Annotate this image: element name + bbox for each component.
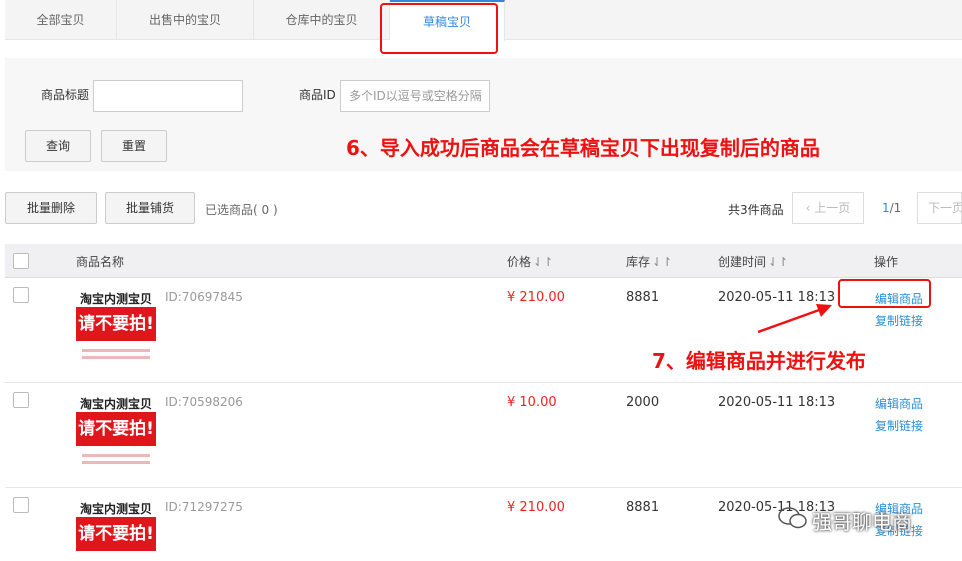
product-price: ¥ 10.00 bbox=[507, 395, 557, 410]
id-label: 商品ID bbox=[299, 88, 336, 102]
thumbnail-fine-print bbox=[82, 349, 150, 352]
col-name-header: 商品名称 bbox=[76, 255, 125, 269]
thumbnail-fine-print bbox=[82, 356, 150, 359]
product-management-page: 全部宝贝 出售中的宝贝 仓库中的宝贝 草稿宝贝 商品标题 商品ID 多个ID以逗… bbox=[0, 0, 962, 561]
reset-button[interactable]: 重置 bbox=[101, 130, 167, 162]
product-id: ID:71297275 bbox=[165, 500, 243, 514]
thumbnail-banner: 请不要拍! bbox=[76, 517, 156, 551]
product-name[interactable]: 淘宝内测宝贝 bbox=[80, 500, 152, 517]
prev-page-button[interactable]: ‹ 上一页 bbox=[792, 192, 864, 224]
col-created-header[interactable]: 创建时间 ⇃↾ bbox=[718, 253, 788, 270]
col-stock-label: 库存 bbox=[626, 255, 651, 269]
product-stock: 2000 bbox=[626, 395, 660, 410]
total-count: 共3件商品 bbox=[728, 203, 784, 217]
next-page-button[interactable]: 下一页 bbox=[917, 192, 962, 224]
product-thumbnail[interactable]: 请不要拍! bbox=[76, 307, 156, 367]
drafts-tab-highlight bbox=[380, 3, 498, 54]
arrow-annotation bbox=[757, 304, 832, 334]
product-id: ID:70697845 bbox=[165, 290, 243, 304]
thumbnail-banner: 请不要拍! bbox=[76, 412, 156, 446]
col-price-label: 价格 bbox=[507, 255, 532, 269]
edit-link-highlight bbox=[838, 279, 931, 308]
product-stock: 8881 bbox=[626, 500, 660, 515]
edit-product-link[interactable]: 编辑商品 bbox=[875, 395, 923, 412]
id-input[interactable]: 多个ID以逗号或空格分隔 bbox=[340, 80, 490, 112]
col-action-header: 操作 bbox=[874, 255, 899, 269]
thumbnail-banner: 请不要拍! bbox=[76, 307, 156, 341]
tab-on-sale[interactable]: 出售中的宝贝 bbox=[117, 0, 254, 40]
product-stock: 8881 bbox=[626, 290, 660, 305]
product-price: ¥ 210.00 bbox=[507, 500, 565, 515]
sort-icon: ⇃↾ bbox=[533, 255, 554, 269]
product-name[interactable]: 淘宝内测宝贝 bbox=[80, 290, 152, 307]
product-price: ¥ 210.00 bbox=[507, 290, 565, 305]
tab-warehouse[interactable]: 仓库中的宝贝 bbox=[254, 0, 390, 40]
col-created-label: 创建时间 bbox=[718, 255, 767, 269]
product-thumbnail[interactable]: 请不要拍! bbox=[76, 517, 156, 557]
prev-page-label: 上一页 bbox=[814, 201, 851, 215]
sort-icon: ⇃↾ bbox=[652, 255, 673, 269]
copy-link[interactable]: 复制链接 bbox=[875, 312, 923, 329]
query-button[interactable]: 查询 bbox=[25, 130, 91, 162]
copy-link[interactable]: 复制链接 bbox=[875, 417, 923, 434]
product-id: ID:70598206 bbox=[165, 395, 243, 409]
arrow-shaft bbox=[757, 307, 823, 334]
col-price-header[interactable]: 价格 ⇃↾ bbox=[507, 253, 553, 270]
col-stock-header[interactable]: 库存 ⇃↾ bbox=[626, 253, 672, 270]
table-header: 商品名称 价格 ⇃↾ 库存 ⇃↾ 创建时间 ⇃↾ 操作 bbox=[5, 244, 962, 278]
row-checkbox[interactable] bbox=[13, 497, 29, 513]
product-created: 2020-05-11 18:13 bbox=[718, 395, 836, 410]
row-checkbox[interactable] bbox=[13, 392, 29, 408]
product-name[interactable]: 淘宝内测宝贝 bbox=[80, 395, 152, 412]
selected-count: 已选商品( 0 ) bbox=[205, 203, 278, 217]
wechat-logo-icon bbox=[778, 506, 808, 533]
watermark-text: 强哥聊电商 bbox=[812, 510, 912, 534]
thumbnail-fine-print bbox=[82, 461, 150, 464]
title-label: 商品标题 bbox=[41, 88, 90, 102]
tab-all-products[interactable]: 全部宝贝 bbox=[5, 0, 117, 40]
select-all-checkbox[interactable] bbox=[13, 253, 29, 269]
step6-annotation: 6、导入成功后商品会在草稿宝贝下出现复制后的商品 bbox=[346, 136, 820, 160]
chevron-left-icon: ‹ bbox=[805, 201, 815, 215]
total-pages: /1 bbox=[889, 201, 902, 215]
sort-icon: ⇃↾ bbox=[768, 255, 789, 269]
step7-annotation: 7、编辑商品并进行发布 bbox=[652, 349, 866, 373]
page-indicator: 1/1 bbox=[882, 201, 901, 215]
title-input[interactable] bbox=[93, 80, 243, 112]
thumbnail-fine-print bbox=[82, 454, 150, 457]
batch-delete-button[interactable]: 批量删除 bbox=[5, 192, 97, 224]
product-thumbnail[interactable]: 请不要拍! bbox=[76, 412, 156, 472]
row-checkbox[interactable] bbox=[13, 287, 29, 303]
table-row: 淘宝内测宝贝 ID:70598206 请不要拍! ¥ 10.00 2000 20… bbox=[5, 383, 962, 488]
batch-list-button[interactable]: 批量铺货 bbox=[105, 192, 195, 224]
current-page: 1 bbox=[882, 201, 890, 215]
